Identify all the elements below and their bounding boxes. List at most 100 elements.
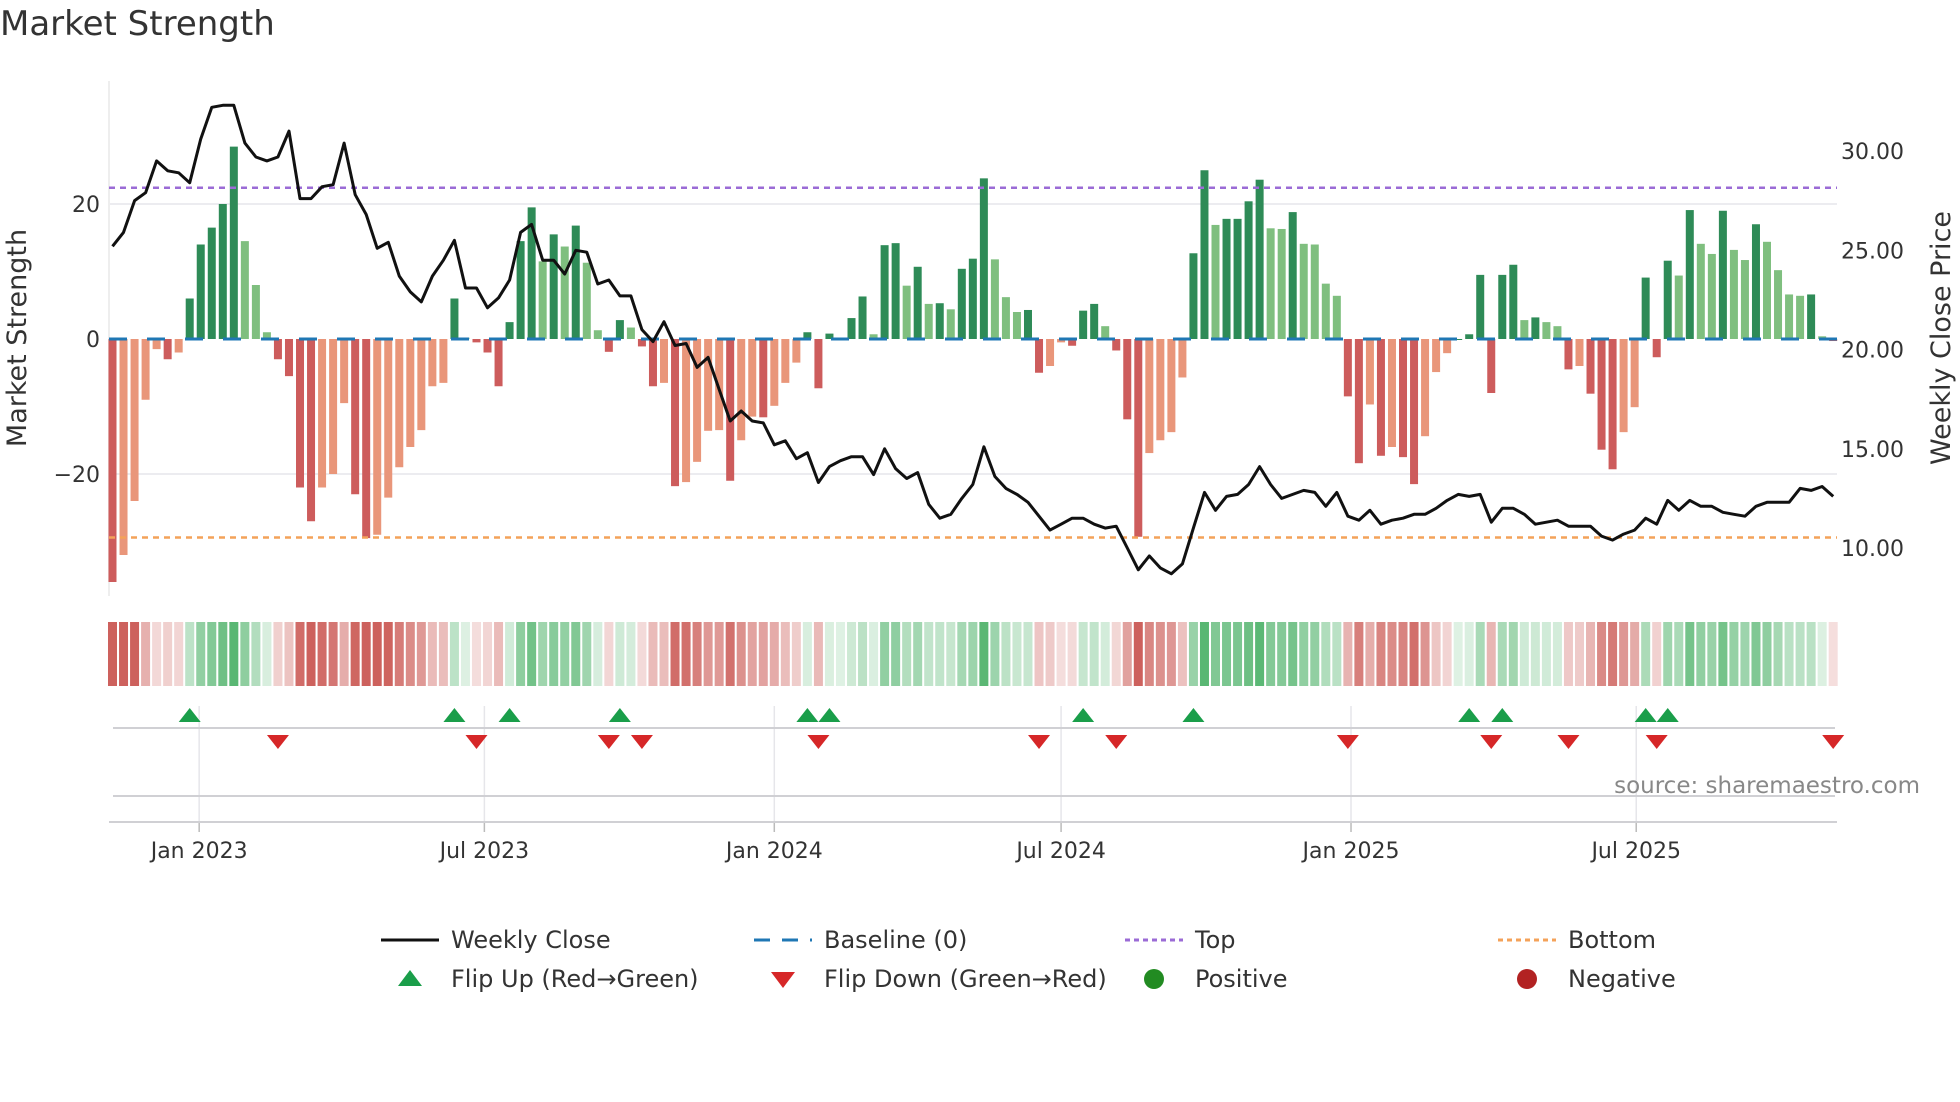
strength-bar [1255,179,1264,339]
strength-bar [229,146,238,339]
strength-bar [505,322,514,339]
strength-bar [1531,317,1540,339]
legend-label: Top [1194,926,1236,954]
strength-strip-cell [880,622,890,686]
strength-bar [516,241,525,339]
strength-bar [1410,339,1419,485]
strength-bar [395,339,404,468]
strength-bar [1807,294,1816,339]
strength-bar [329,339,338,474]
strength-bar [891,243,900,339]
strength-bar [351,339,360,495]
strength-bar [1597,339,1606,450]
strength-bar [1222,218,1231,339]
strength-bar [946,309,955,339]
strength-strip-cell [968,622,978,686]
source-label: source: sharemaestro.com [1614,773,1920,799]
strength-bar [571,225,580,339]
strength-strip-cell [1343,622,1353,686]
strength-bar [1167,339,1176,433]
flip-down-marker [1480,735,1503,749]
strength-bar [979,178,988,339]
strength-strip-cell [835,622,845,686]
strength-strip-cell [1321,622,1331,686]
legend-label: Bottom [1568,926,1656,954]
strength-bar [1509,264,1518,339]
strength-bar [296,339,305,488]
y2-tick-label: 20.00 [1841,339,1904,364]
strength-bar [1465,334,1474,339]
strength-strip-cell [1519,622,1529,686]
strength-strip-cell [1464,622,1474,686]
flip-up-marker [796,708,819,722]
strength-bar [615,320,624,339]
strength-bar [847,318,856,339]
strength-strip-cell [858,622,868,686]
y-tick-label: 20 [72,193,100,218]
strength-bar [1211,224,1220,339]
strength-strip-cell [1122,622,1132,686]
strength-strip-cell [295,622,305,686]
strength-bar [990,259,999,339]
strength-strip-cell [1817,622,1827,686]
weekly-close-line [111,103,1835,576]
strength-strip-cell [924,622,934,686]
strength-strip-cell [141,622,151,686]
market-strength-chart: 20 0 −20 30.00 25.00 20.00 15.00 10.00 Market St… [2,81,1957,993]
strength-strip-cell [593,622,603,686]
strength-strip-cell [1784,622,1794,686]
strength-bar [1641,277,1650,339]
strength-strip-cell [990,622,1000,686]
flip-up-marker [1072,708,1095,722]
strength-bar [1244,201,1253,339]
strength-strip-cell [1453,622,1463,686]
strength-strip-cell [416,622,426,686]
strength-bar [1421,339,1430,437]
strength-bar [1079,310,1088,339]
y2-tick-label: 15.00 [1841,438,1904,463]
legend-item-circle-green: Positive [1144,965,1288,993]
strength-strip-cell [1166,622,1176,686]
strength-strip-cell [869,622,879,686]
strength-strip-cell [1023,622,1033,686]
strength-bar [318,339,327,488]
strength-strip-cell [1773,622,1783,686]
strength-strip-cell [571,622,581,686]
strength-bar [1652,339,1661,358]
flip-up-marker [1491,708,1514,722]
x-tick-label: Jul 2024 [1014,839,1106,864]
strength-strip-cell [306,622,316,686]
strength-bar [1233,218,1242,339]
strength-strip-cell [769,622,779,686]
strength-bar [1012,312,1021,339]
flip-down-marker [630,735,653,749]
flip-up-marker [1458,708,1481,722]
strength-bar [362,339,371,539]
strength-strip-cell [438,622,448,686]
strength-bar [957,268,966,339]
legend-label: Baseline (0) [824,926,967,954]
strength-bar [1564,339,1573,370]
strength-bar [1090,303,1099,339]
x-tick-label: Jul 2025 [1589,839,1681,864]
strength-bar [428,339,437,387]
strength-strip-cell [780,622,790,686]
strength-strip-cell [1387,622,1397,686]
strength-bar [770,339,779,406]
y2-tick-label: 30.00 [1841,140,1904,165]
strength-bar [1399,339,1408,458]
strength-bar [185,298,194,339]
strength-bar [913,266,922,339]
strength-strip-cell [1641,622,1651,686]
legend-label: Negative [1568,965,1676,993]
flip-up-marker [443,708,466,722]
strength-strip-cell [1740,622,1750,686]
strength-strip-cell [218,622,228,686]
strength-bar [472,339,481,343]
strength-strip-cell [1188,622,1198,686]
strength-strip-cell [494,622,504,686]
strength-strip-cell [1133,622,1143,686]
strength-strip-cell [383,622,393,686]
strength-bar [1740,260,1749,339]
strength-bar [1387,339,1396,447]
